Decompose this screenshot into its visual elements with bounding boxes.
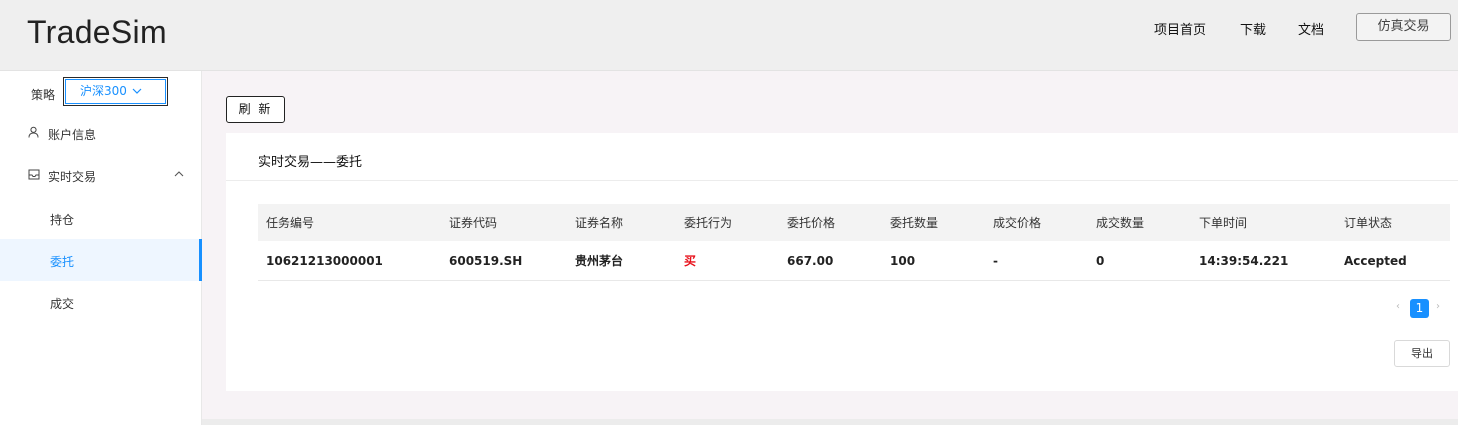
column-header[interactable]: 成交价格 <box>993 204 1041 241</box>
refresh-button[interactable]: 刷 新 <box>226 96 285 123</box>
chevron-down-icon <box>132 88 142 94</box>
cell-security-code: 600519.SH <box>449 253 523 268</box>
card-divider <box>226 180 1458 181</box>
sub-item-positions[interactable]: 持仓 <box>0 197 202 239</box>
cell-order-side: 买 <box>684 254 697 268</box>
sub-item-trades[interactable]: 成交 <box>0 281 202 323</box>
inbox-icon <box>28 169 40 180</box>
user-icon <box>28 126 39 138</box>
nav-download-link[interactable]: 下载 <box>1240 19 1266 38</box>
column-header[interactable]: 委托数量 <box>890 204 938 241</box>
top-header: TradeSim 项目首页 下载 文档 仿真交易 <box>0 0 1458 71</box>
column-header[interactable]: 委托行为 <box>684 204 732 241</box>
strategy-label: 策略 <box>31 88 56 102</box>
nav-docs-link[interactable]: 文档 <box>1298 19 1324 38</box>
cell-order-status: Accepted <box>1344 253 1407 268</box>
footer-divider <box>202 419 1458 425</box>
sidebar: 策略 沪深300 账户信息 实时交易 持仓 委托 成交 <box>0 71 202 425</box>
table-row[interactable]: 10621213000001 600519.SH 贵州茅台 买 667.00 1… <box>258 241 1450 281</box>
app-logo[interactable]: TradeSim <box>27 14 167 51</box>
column-header[interactable]: 订单状态 <box>1344 204 1392 241</box>
cell-task-id: 10621213000001 <box>266 253 383 268</box>
cell-fill-qty: 0 <box>1096 253 1105 268</box>
sub-item-orders[interactable]: 委托 <box>0 239 202 281</box>
column-header[interactable]: 委托价格 <box>787 204 835 241</box>
cell-security-name: 贵州茅台 <box>575 254 624 268</box>
strategy-select[interactable]: 沪深300 <box>63 77 168 106</box>
sub-item-label: 委托 <box>50 255 75 269</box>
column-header[interactable]: 成交数量 <box>1096 204 1144 241</box>
export-button[interactable]: 导出 <box>1394 340 1450 367</box>
cell-order-time: 14:39:54.221 <box>1199 253 1289 268</box>
sim-trade-button[interactable]: 仿真交易 <box>1356 13 1451 41</box>
menu-item-label: 账户信息 <box>48 128 97 142</box>
chevron-left-icon[interactable]: ‹ <box>1396 301 1400 312</box>
orders-table: 任务编号 证券代码 证券名称 委托行为 委托价格 委托数量 成交价格 成交数量 … <box>258 204 1450 281</box>
sub-item-label: 持仓 <box>50 213 75 227</box>
strategy-value: 沪深300 <box>80 84 127 98</box>
cell-order-price: 667.00 <box>787 253 834 268</box>
nav-home-link[interactable]: 项目首页 <box>1154 19 1206 38</box>
card-title: 实时交易——委托 <box>258 155 363 170</box>
cell-fill-price: - <box>993 253 998 268</box>
chevron-up-icon[interactable] <box>174 170 184 178</box>
menu-item-label: 实时交易 <box>48 170 97 184</box>
column-header[interactable]: 证券名称 <box>575 204 623 241</box>
cell-order-qty: 100 <box>890 253 916 268</box>
sub-item-label: 成交 <box>50 297 75 311</box>
page-number-current[interactable]: 1 <box>1410 299 1429 318</box>
menu-item-realtime-trade[interactable]: 实时交易 <box>0 155 202 197</box>
table-header: 任务编号 证券代码 证券名称 委托行为 委托价格 委托数量 成交价格 成交数量 … <box>258 204 1450 241</box>
orders-card: 实时交易——委托 任务编号 证券代码 证券名称 委托行为 委托价格 委托数量 成… <box>226 133 1458 391</box>
column-header[interactable]: 任务编号 <box>266 204 314 241</box>
column-header[interactable]: 下单时间 <box>1199 204 1247 241</box>
column-header[interactable]: 证券代码 <box>449 204 497 241</box>
chevron-right-icon[interactable]: › <box>1436 301 1440 312</box>
menu-item-account-info[interactable]: 账户信息 <box>0 113 202 155</box>
